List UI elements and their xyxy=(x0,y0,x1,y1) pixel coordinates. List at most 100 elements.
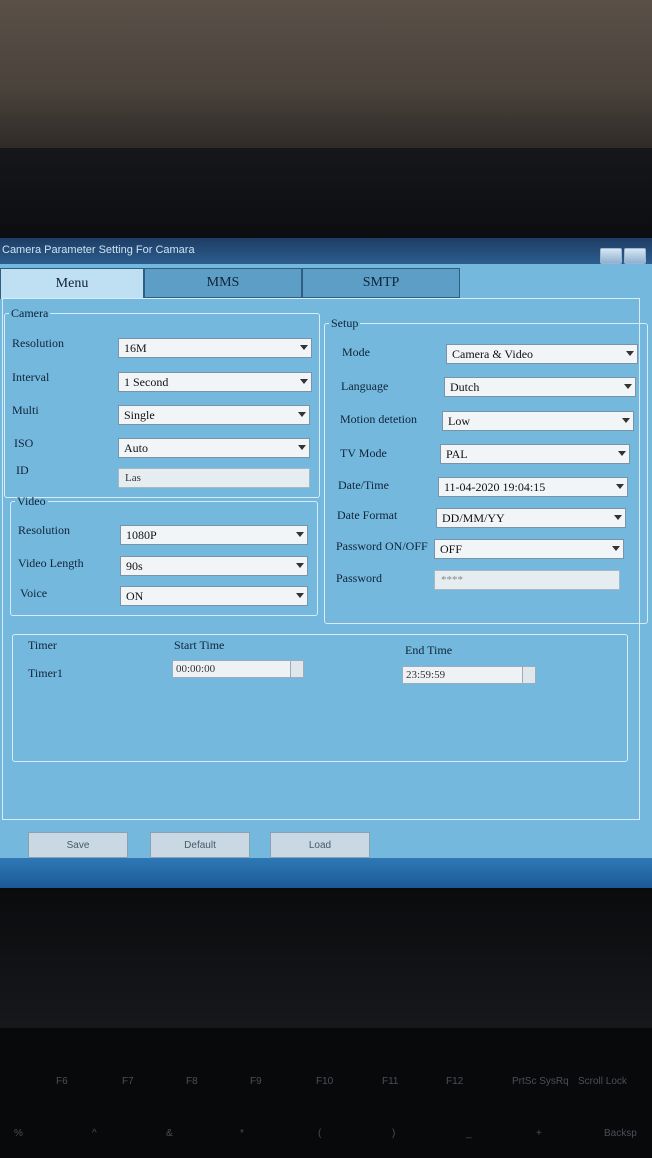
timer1-label: Timer1 xyxy=(28,666,63,680)
key-percent: % xyxy=(14,1128,23,1139)
key-f7: F7 xyxy=(122,1076,134,1087)
password-onoff-label: Password ON/OFF xyxy=(336,539,428,553)
camera-legend: Camera xyxy=(11,306,49,320)
multi-value: Single xyxy=(124,407,155,422)
tvmode-value: PAL xyxy=(446,446,468,461)
tvmode-label: TV Mode xyxy=(340,446,387,460)
chevron-down-icon xyxy=(298,445,306,450)
voice-value: ON xyxy=(126,588,144,603)
save-button[interactable]: Save xyxy=(28,832,128,858)
video-length-value: 90s xyxy=(126,558,143,573)
timer-group xyxy=(12,634,628,762)
chevron-down-icon xyxy=(296,563,304,568)
iso-label: ISO xyxy=(14,436,34,450)
id-field[interactable]: Las xyxy=(118,468,310,488)
end-time-value: 23:59:59 xyxy=(406,669,446,681)
key-f10: F10 xyxy=(316,1076,334,1087)
voice-select[interactable]: ON xyxy=(120,586,308,606)
background-wall xyxy=(0,0,652,150)
end-time-header: End Time xyxy=(405,643,453,657)
load-button[interactable]: Load xyxy=(270,832,370,858)
video-resolution-value: 1080P xyxy=(126,527,157,542)
key-backspace: Backsp xyxy=(604,1128,637,1139)
chevron-down-icon xyxy=(298,412,306,417)
datetime-value: 11-04-2020 19:04:15 xyxy=(444,479,546,494)
password-field[interactable]: **** xyxy=(434,570,620,590)
title-bar: Camera Parameter Setting For Camara xyxy=(0,238,652,264)
chevron-down-icon xyxy=(296,593,304,598)
timer-header: Timer xyxy=(28,638,57,652)
motion-select[interactable]: Low xyxy=(442,411,634,431)
video-resolution-label: Resolution xyxy=(18,523,71,537)
key-f11: F11 xyxy=(382,1076,399,1087)
mode-label: Mode xyxy=(342,345,370,359)
multi-select[interactable]: Single xyxy=(118,405,310,425)
start-time-header: Start Time xyxy=(174,638,225,652)
dateformat-value: DD/MM/YY xyxy=(442,510,505,525)
language-value: Dutch xyxy=(450,379,480,394)
keyboard: F6 F7 F8 F9 F10 F11 F12 PrtSc SysRq Scro… xyxy=(0,1028,652,1158)
key-plus: + xyxy=(536,1128,542,1139)
start-time-spinner[interactable]: 00:00:00 xyxy=(172,660,304,678)
chevron-down-icon xyxy=(618,451,626,456)
monitor-bezel-bottom xyxy=(0,888,652,1028)
key-f12: F12 xyxy=(446,1076,464,1087)
chevron-down-icon xyxy=(612,546,620,551)
key-f8: F8 xyxy=(186,1076,198,1087)
id-label: ID xyxy=(16,463,29,477)
language-label: Language xyxy=(341,379,389,393)
datetime-picker[interactable]: 11-04-2020 19:04:15 xyxy=(438,477,628,497)
monitor-bezel-top xyxy=(0,148,652,240)
key-caret: ^ xyxy=(92,1128,97,1139)
key-paren-right: ) xyxy=(392,1128,396,1139)
video-length-label: Video Length xyxy=(18,556,84,570)
window-title: Camera Parameter Setting For Camara xyxy=(2,244,195,256)
tvmode-select[interactable]: PAL xyxy=(440,444,630,464)
window-controls xyxy=(600,248,646,264)
camera-resolution-select[interactable]: 16M xyxy=(118,338,312,358)
video-legend: Video xyxy=(17,494,46,508)
key-underscore: _ xyxy=(466,1128,472,1139)
taskbar xyxy=(0,858,652,888)
camera-resolution-value: 16M xyxy=(124,340,147,355)
voice-label: Voice xyxy=(20,586,48,600)
interval-select[interactable]: 1 Second xyxy=(118,372,312,392)
spin-arrows-icon[interactable] xyxy=(290,661,303,677)
video-length-select[interactable]: 90s xyxy=(120,556,308,576)
interval-label: Interval xyxy=(12,370,50,384)
password-onoff-value: OFF xyxy=(440,541,463,556)
iso-select[interactable]: Auto xyxy=(118,438,310,458)
dateformat-select[interactable]: DD/MM/YY xyxy=(436,508,626,528)
iso-value: Auto xyxy=(124,440,148,455)
camera-resolution-label: Resolution xyxy=(12,336,65,350)
chevron-down-icon xyxy=(300,345,308,350)
default-button[interactable]: Default xyxy=(150,832,250,858)
password-label: Password xyxy=(336,571,383,585)
key-ampersand: & xyxy=(166,1128,173,1139)
minimize-button[interactable] xyxy=(600,248,622,264)
mode-value: Camera & Video xyxy=(452,346,534,361)
app-window: Camera Parameter Setting For Camara Menu… xyxy=(0,238,652,888)
video-resolution-select[interactable]: 1080P xyxy=(120,525,308,545)
language-select[interactable]: Dutch xyxy=(444,377,636,397)
chevron-down-icon xyxy=(622,418,630,423)
dateformat-label: Date Format xyxy=(337,508,398,522)
setup-legend: Setup xyxy=(331,316,359,330)
end-time-spinner[interactable]: 23:59:59 xyxy=(402,666,536,684)
maximize-button[interactable] xyxy=(624,248,646,264)
chevron-down-icon xyxy=(624,384,632,389)
tab-smtp[interactable]: SMTP xyxy=(302,268,460,298)
spin-arrows-icon[interactable] xyxy=(522,667,535,683)
key-scroll-lock: Scroll Lock xyxy=(578,1076,627,1087)
chevron-down-icon xyxy=(300,379,308,384)
tab-menu[interactable]: Menu xyxy=(0,268,144,299)
interval-value: 1 Second xyxy=(124,374,169,389)
tab-mms[interactable]: MMS xyxy=(144,268,302,298)
mode-select[interactable]: Camera & Video xyxy=(446,344,638,364)
key-prtsc: PrtSc SysRq xyxy=(512,1076,569,1087)
multi-label: Multi xyxy=(12,403,39,417)
password-onoff-select[interactable]: OFF xyxy=(434,539,624,559)
datetime-label: Date/Time xyxy=(338,478,389,492)
chevron-down-icon xyxy=(614,515,622,520)
start-time-value: 00:00:00 xyxy=(176,663,216,675)
